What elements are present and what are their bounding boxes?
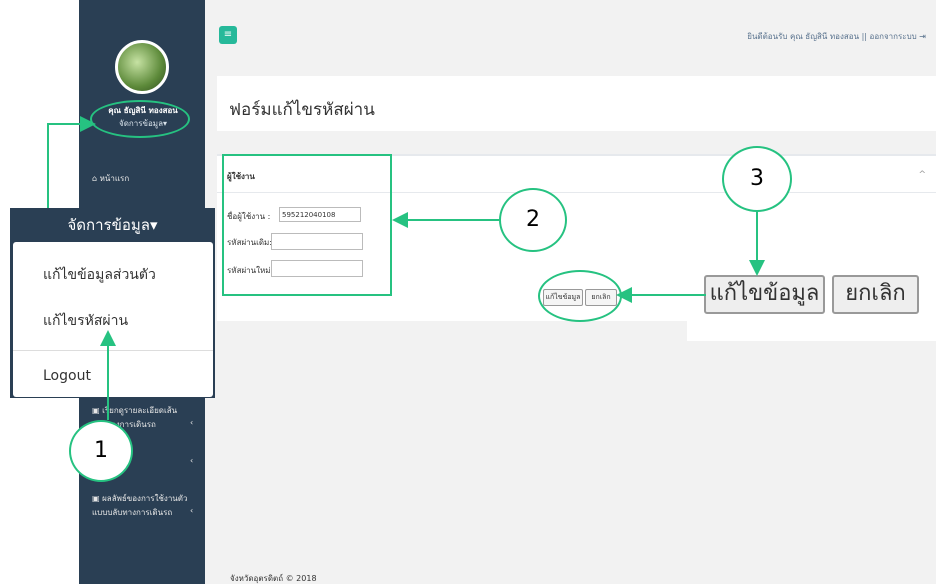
arrow-to-manage-menu xyxy=(47,116,96,208)
callout-number-2: 2 xyxy=(499,188,567,252)
highlight-form-fields xyxy=(222,154,392,296)
highlight-form-buttons xyxy=(538,270,622,322)
callout-number-3: 3 xyxy=(722,146,792,212)
highlight-manage-menu xyxy=(90,100,190,138)
callout-number-1: 1 xyxy=(69,420,133,482)
annotation-arrows xyxy=(47,116,765,420)
